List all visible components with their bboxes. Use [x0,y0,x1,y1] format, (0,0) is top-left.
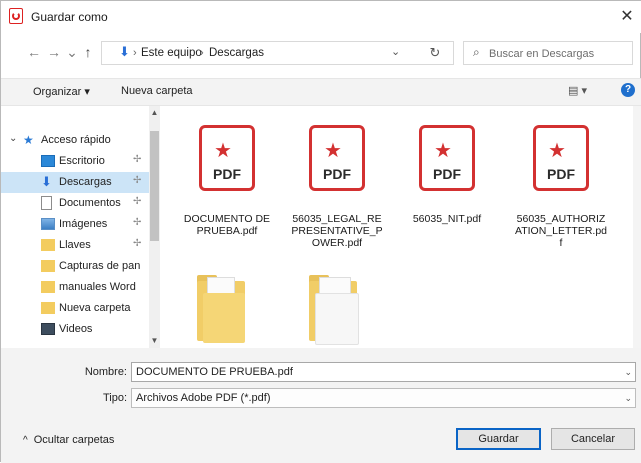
cancel-button[interactable]: Cancelar [551,428,635,450]
address-dropdown-icon[interactable]: ⌄ [391,45,400,58]
scroll-up-icon[interactable]: ▲ [150,108,159,117]
sidebar-item-label: manuales Word [59,281,136,293]
sidebar-item-descargas[interactable]: ⬇ Descargas ✢ [1,172,149,193]
sidebar-item-label: Nueva carpeta [59,302,131,314]
save-as-dialog: Guardar como ✕ ← → ⌄ ↑ ⬇ › Este equipo ›… [0,0,641,463]
pdf-file-icon: ⭑ PDF [419,125,475,191]
sidebar-item-manuales-word[interactable]: manuales Word [1,277,149,298]
hide-folders-toggle[interactable]: ^ Ocultar carpetas [23,434,114,446]
pin-icon[interactable]: ✢ [133,238,141,249]
file-name: 56035_NIT.pdf [412,213,482,225]
search-icon: ⌕ [473,45,480,59]
command-toolbar [1,78,641,106]
folder-icon [41,302,55,314]
sidebar-scrollbar-thumb[interactable] [150,131,159,241]
pdf-badge: PDF [547,166,575,182]
pdf-badge: PDF [323,166,351,182]
change-view-button[interactable]: ▤ ▾ [568,84,587,97]
sidebar-item-imagenes[interactable]: Imágenes ✢ [1,214,149,235]
sidebar-item-label: Imágenes [59,218,108,230]
file-type-label: Tipo: [102,392,127,404]
star-icon: ★ [23,133,34,147]
acrobat-symbol-icon: ⭑ [550,134,565,164]
scroll-down-icon[interactable]: ▼ [150,336,159,345]
pdf-file-icon: ⭑ PDF [199,125,255,191]
sidebar-item-label: Documentos [59,197,121,209]
folder-icon [41,281,55,293]
documents-icon [41,196,52,210]
forward-arrow-icon[interactable]: → [45,43,63,61]
breadcrumb-este-equipo[interactable]: Este equipo [141,47,202,59]
acrobat-symbol-icon: ⭑ [436,134,451,164]
folder-icon [197,273,247,343]
download-arrow-icon: ⬇ [119,44,130,59]
file-item[interactable]: ⭑ PDF 56035_AUTHORIZATION_LETTER.pdf [515,119,607,249]
folder-icon [41,260,55,272]
sidebar-item-capturas[interactable]: Capturas de pan [1,256,149,277]
close-icon[interactable]: ✕ [613,4,641,30]
chevron-down-icon[interactable]: ⌄ [624,389,632,407]
chevron-down-icon[interactable]: ⌄ [624,363,632,381]
file-type-value: Archivos Adobe PDF (*.pdf) [136,392,271,404]
pdf-file-icon: ⭑ PDF [309,125,365,191]
file-name: 56035_LEGAL_REPRESENTATIVE_POWER.pdf [291,213,383,249]
sidebar-item-documentos[interactable]: Documentos ✢ [1,193,149,214]
folder-item[interactable] [191,273,251,348]
hide-folders-label: Ocultar carpetas [33,434,115,446]
pdf-file-icon: ⭑ PDF [533,125,589,191]
refresh-icon[interactable]: ↻ [425,43,445,63]
folder-icon [41,239,55,251]
navigation-pane: ⌄ ★ Acceso rápido Escritorio ✢ ⬇ Descarg… [1,106,163,348]
back-arrow-icon[interactable]: ← [25,43,43,61]
sidebar-item-label: Llaves [59,239,91,251]
acrobat-symbol-icon: ⭑ [326,134,341,164]
pin-icon[interactable]: ✢ [133,196,141,207]
window-title: Guardar como [31,10,108,24]
sidebar-item-label: Videos [59,323,93,335]
sidebar-item-nueva-carpeta[interactable]: Nueva carpeta [1,298,149,319]
organize-button[interactable]: Organizar ▾ [33,85,90,98]
file-name-label: Nombre: [84,366,127,378]
pin-icon[interactable]: ✢ [133,217,141,228]
pin-icon[interactable]: ✢ [133,175,141,186]
pictures-icon [41,218,55,230]
videos-icon [41,323,55,335]
file-item[interactable]: ⭑ PDF 56035_NIT.pdf [401,119,493,239]
file-item[interactable]: ⭑ PDF DOCUMENTO DE PRUEBA.pdf [181,119,273,239]
file-name: 56035_AUTHORIZATION_LETTER.pdf [515,213,607,249]
breadcrumb-descargas[interactable]: Descargas [209,47,264,59]
folder-icon [309,273,359,345]
search-input[interactable]: Buscar en Descargas [489,48,594,60]
chevron-up-icon: ^ [23,435,28,446]
file-name-value: DOCUMENTO DE PRUEBA.pdf [136,366,293,378]
acrobat-symbol-icon: ⭑ [216,134,231,164]
sidebar-item-label: Capturas de pan [59,260,141,272]
file-name: DOCUMENTO DE PRUEBA.pdf [183,213,271,237]
up-arrow-icon[interactable]: ↑ [79,43,97,61]
pdf-badge: PDF [433,166,461,182]
file-item[interactable]: ⭑ PDF 56035_LEGAL_REPRESENTATIVE_POWER.p… [291,119,383,249]
help-icon[interactable]: ? [621,83,635,97]
sidebar-item-label: Descargas [59,176,112,188]
desktop-icon [41,155,55,167]
breadcrumb-separator: › [200,47,204,59]
content-scrollbar[interactable] [633,106,641,348]
sidebar-item-acceso-rapido[interactable]: ⌄ ★ Acceso rápido [1,130,149,151]
file-name-field[interactable]: DOCUMENTO DE PRUEBA.pdf ⌄ [131,362,636,382]
breadcrumb-separator: › [133,47,137,59]
chevron-down-icon[interactable]: ⌄ [9,133,17,144]
acrobat-pdf-icon [9,8,23,24]
sidebar-item-llaves[interactable]: Llaves ✢ [1,235,149,256]
pin-icon[interactable]: ✢ [133,154,141,165]
save-button[interactable]: Guardar [456,428,541,450]
sidebar-item-label: Acceso rápido [41,134,111,146]
sidebar-item-videos[interactable]: Videos [1,319,149,340]
new-folder-button[interactable]: Nueva carpeta [121,85,193,97]
sidebar-item-label: Escritorio [59,155,105,167]
pdf-badge: PDF [213,166,241,182]
sidebar-item-escritorio[interactable]: Escritorio ✢ [1,151,149,172]
folder-item[interactable] [303,273,363,348]
download-icon: ⬇ [41,174,52,189]
file-type-select[interactable]: Archivos Adobe PDF (*.pdf) ⌄ [131,388,636,408]
